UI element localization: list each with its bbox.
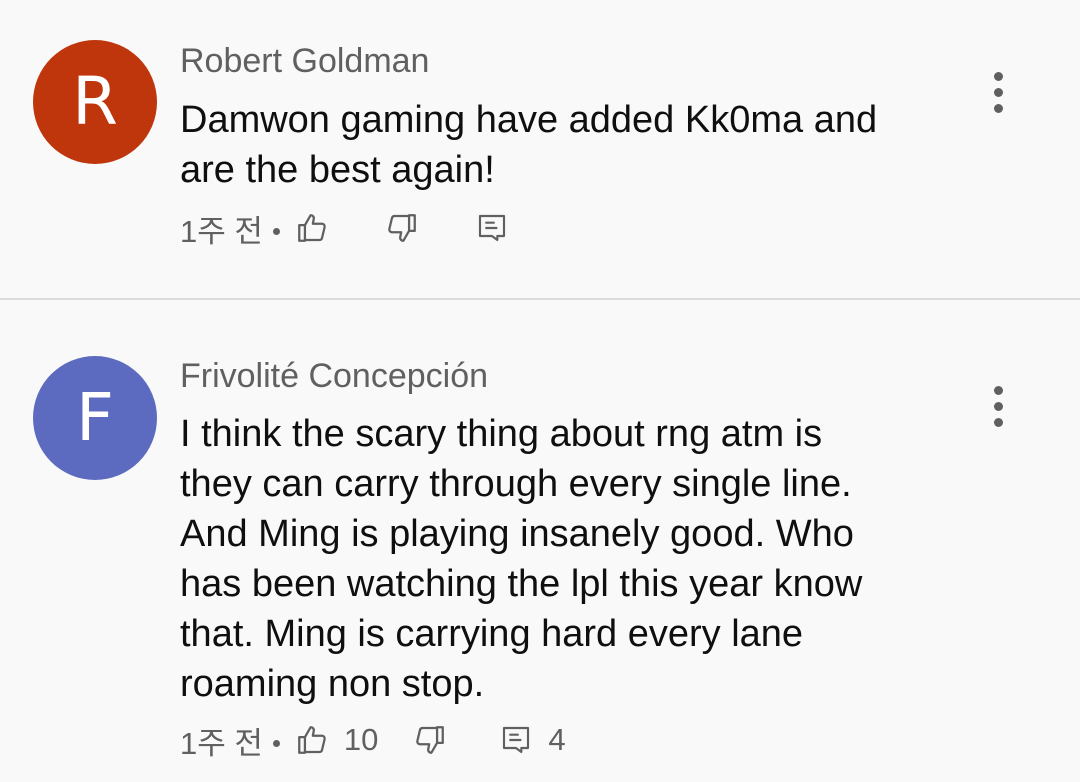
comment-timestamp: 1주 전: [180, 213, 263, 249]
more-vertical-icon: [984, 72, 1012, 113]
thumbs-up-icon: [298, 726, 326, 754]
comment-actions: 1주 전: [180, 208, 512, 249]
like-button[interactable]: [292, 208, 332, 248]
more-options-button[interactable]: [984, 72, 1012, 120]
avatar-letter: R: [72, 63, 118, 140]
reply-count[interactable]: 4: [548, 722, 565, 758]
separator-dot: [272, 227, 280, 235]
comment-text: I think the scary thing about rng atm is…: [180, 413, 863, 705]
dislike-button[interactable]: [410, 720, 450, 760]
like-count: 10: [343, 722, 379, 757]
separator-dot: [272, 739, 280, 747]
more-options-button[interactable]: [984, 386, 1012, 434]
comment-item: R Robert Goldman Damwon gaming have adde…: [0, 0, 1080, 298]
comment-timestamp: 1주 전: [180, 725, 263, 761]
reply-button[interactable]: [472, 208, 512, 248]
avatar[interactable]: F: [33, 356, 157, 480]
reply-comment-icon: [478, 214, 505, 242]
dislike-button[interactable]: [382, 208, 422, 248]
thumbs-down-icon: [416, 726, 445, 754]
avatar-letter: F: [76, 379, 114, 456]
like-button[interactable]: [292, 720, 332, 760]
comment-author[interactable]: Frivolité Concepción: [180, 357, 488, 396]
more-vertical-icon: [984, 386, 1012, 427]
reply-button[interactable]: [496, 720, 536, 760]
comment-item: F Frivolité Concepción I think the scary…: [0, 300, 1080, 782]
comment-actions: 1주 전 10 4: [180, 720, 566, 761]
thumbs-down-icon: [388, 214, 416, 242]
reply-comment-icon: [503, 726, 530, 754]
comment-author[interactable]: Robert Goldman: [180, 42, 429, 81]
thumbs-up-icon: [298, 214, 326, 242]
avatar[interactable]: R: [33, 40, 157, 164]
comment-text: Damwon gaming have added Kk0ma and are t…: [180, 99, 878, 191]
